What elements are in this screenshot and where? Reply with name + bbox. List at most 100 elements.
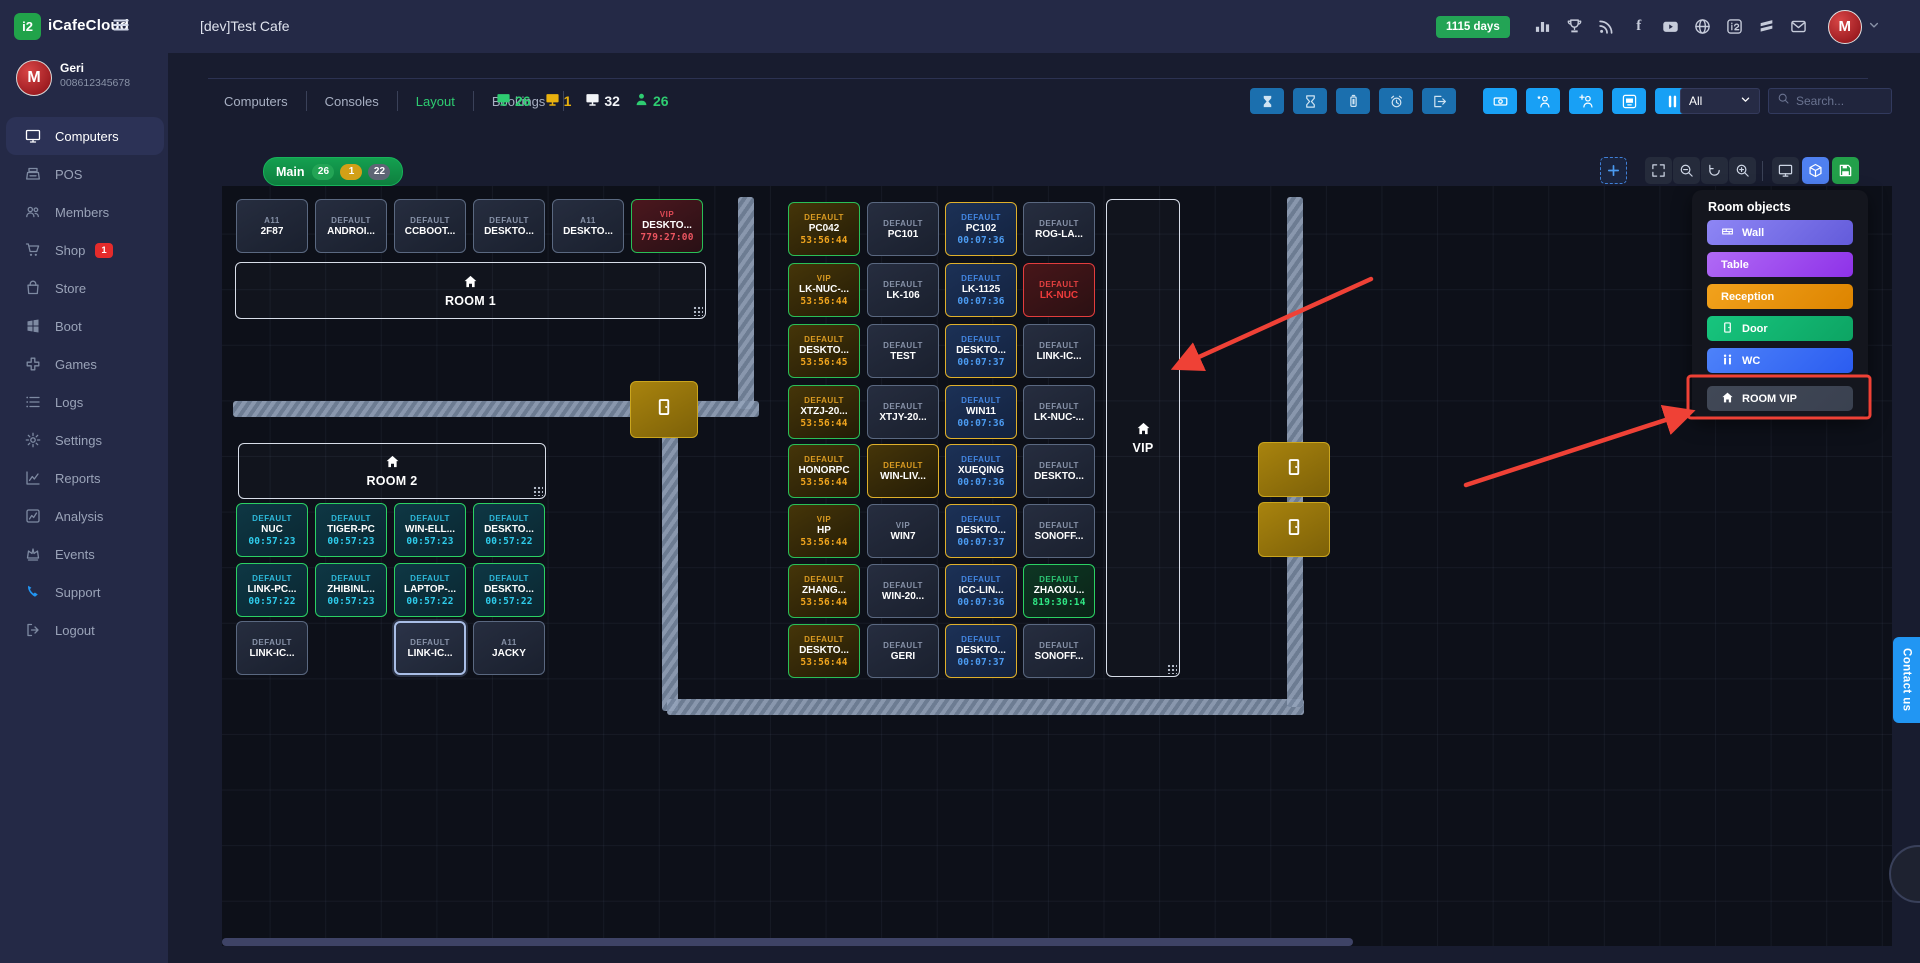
pc-tile[interactable]: DEFAULTZHIBINL...00:57:23 <box>315 563 387 617</box>
tab-consoles[interactable]: Consoles <box>307 94 397 109</box>
door-object[interactable] <box>630 381 698 438</box>
chat-bubble-button[interactable] <box>1889 845 1920 903</box>
avatar[interactable]: M <box>1828 10 1862 44</box>
pc-tile[interactable]: DEFAULTICC-LIN...00:07:36 <box>945 564 1017 618</box>
monitor-button[interactable] <box>1772 157 1799 184</box>
zoom-in-button[interactable] <box>1729 157 1756 184</box>
add-user-star-button[interactable] <box>1526 88 1560 114</box>
ranking-icon[interactable] <box>1534 18 1552 36</box>
sign-out-button[interactable] <box>1422 88 1456 114</box>
pc-tile[interactable]: DEFAULTLK-112500:07:36 <box>945 263 1017 317</box>
sidebar-item-support[interactable]: Support <box>0 573 168 611</box>
pc-tile[interactable]: DEFAULTWIN-LIV... <box>867 444 939 498</box>
room-object-wall[interactable]: Wall <box>1707 220 1853 245</box>
pc-tile[interactable]: DEFAULTZHAOXU...819:30:14 <box>1023 564 1095 618</box>
pc-tile[interactable]: DEFAULTSONOFF... <box>1023 624 1095 678</box>
subscription-days-badge[interactable]: 1115 days <box>1436 16 1510 38</box>
pc-tile[interactable]: DEFAULTWIN1100:07:36 <box>945 385 1017 439</box>
door-object[interactable] <box>1258 442 1330 497</box>
pc-tile[interactable]: DEFAULTLINK-IC... <box>1023 324 1095 378</box>
horizontal-scrollbar[interactable] <box>222 938 1353 946</box>
room-object-table[interactable]: Table <box>1707 252 1853 277</box>
contact-us-tab[interactable]: Contact us <box>1893 637 1920 723</box>
pc-tile[interactable]: DEFAULTANDROI... <box>315 199 387 253</box>
filter-select[interactable]: All <box>1680 88 1760 114</box>
pc-tile[interactable]: DEFAULTDESKTO...00:57:22 <box>473 503 545 557</box>
pc-tile[interactable]: DEFAULTLINK-IC... <box>394 621 466 675</box>
sidebar-item-shop[interactable]: Shop1 <box>0 231 168 269</box>
resize-handle[interactable] <box>1167 664 1177 674</box>
wall-segment[interactable] <box>738 197 754 409</box>
icafe-icon[interactable] <box>1726 18 1744 36</box>
pc-tile[interactable]: DEFAULTPC101 <box>867 202 939 256</box>
pc-tile[interactable]: A11JACKY <box>473 621 545 675</box>
resize-handle[interactable] <box>693 306 703 316</box>
pc-tile[interactable]: DEFAULTPC04253:56:44 <box>788 202 860 256</box>
pc-tile[interactable]: DEFAULTLK-106 <box>867 263 939 317</box>
room-object-reception[interactable]: Reception <box>1707 284 1853 309</box>
door-object[interactable] <box>1258 502 1330 557</box>
tab-layout[interactable]: Layout <box>398 94 473 109</box>
wall-segment[interactable] <box>667 699 1304 715</box>
alarm-clock-button[interactable] <box>1379 88 1413 114</box>
pc-tile[interactable]: DEFAULTDESKTO... <box>473 199 545 253</box>
pc-tile[interactable]: DEFAULTLINK-PC...00:57:22 <box>236 563 308 617</box>
save-button[interactable] <box>1832 157 1859 184</box>
pc-tile[interactable]: VIPLK-NUC-...53:56:44 <box>788 263 860 317</box>
pc-tile[interactable]: DEFAULTPC10200:07:36 <box>945 202 1017 256</box>
hourglass-empty-button[interactable] <box>1293 88 1327 114</box>
pc-tile[interactable]: DEFAULTZHANG...53:56:44 <box>788 564 860 618</box>
facebook-icon[interactable]: f <box>1630 18 1648 36</box>
pc-tile[interactable]: VIPWIN7 <box>867 504 939 558</box>
pc-tile[interactable]: DEFAULTWIN-ELL...00:57:23 <box>394 503 466 557</box>
room-object-door[interactable]: Door <box>1707 316 1853 341</box>
sidebar-item-analysis[interactable]: Analysis <box>0 497 168 535</box>
chevron-down-icon[interactable] <box>1868 18 1880 36</box>
cash-button[interactable] <box>1483 88 1517 114</box>
pc-tile[interactable]: DEFAULTNUC00:57:23 <box>236 503 308 557</box>
menu-toggle-icon[interactable] <box>112 16 130 39</box>
pc-tile[interactable]: DEFAULTGERI <box>867 624 939 678</box>
pc-tile[interactable]: DEFAULTXUEQING00:07:36 <box>945 444 1017 498</box>
brand-logo-icon[interactable]: i2 <box>14 13 41 40</box>
pc-tile[interactable]: DEFAULTLINK-IC... <box>236 621 308 675</box>
wall-segment[interactable] <box>662 409 678 711</box>
tab-computers[interactable]: Computers <box>224 94 306 109</box>
sidebar-item-boot[interactable]: Boot <box>0 307 168 345</box>
youtube-icon[interactable] <box>1662 18 1680 36</box>
zoom-out-button[interactable] <box>1673 157 1700 184</box>
pc-tile[interactable]: DEFAULTDESKTO...00:07:37 <box>945 324 1017 378</box>
cube-3d-button[interactable] <box>1802 157 1829 184</box>
pc-tile[interactable]: DEFAULTDESKTO...00:57:22 <box>473 563 545 617</box>
add-user-plus-button[interactable] <box>1569 88 1603 114</box>
room-vip[interactable]: VIP <box>1106 199 1180 677</box>
fullscreen-button[interactable] <box>1645 157 1672 184</box>
sidebar-item-logout[interactable]: Logout <box>0 611 168 649</box>
rss-icon[interactable] <box>1598 18 1616 36</box>
pc-tile[interactable]: DEFAULTDESKTO...53:56:44 <box>788 624 860 678</box>
pc-tile[interactable]: DEFAULTROG-LA... <box>1023 202 1095 256</box>
pc-tile[interactable]: DEFAULTSONOFF... <box>1023 504 1095 558</box>
search-input[interactable]: Search... <box>1768 88 1892 114</box>
room-room-1[interactable]: ROOM 1 <box>235 262 706 319</box>
pc-tile[interactable]: DEFAULTDESKTO...53:56:45 <box>788 324 860 378</box>
pc-tile[interactable]: VIPDESKTO...779:27:00 <box>631 199 703 253</box>
user-block[interactable]: M Geri 008612345678 <box>0 53 168 115</box>
pc-tile[interactable]: DEFAULTXTZJ-20...53:56:44 <box>788 385 860 439</box>
sidebar-item-computers[interactable]: Computers <box>6 117 164 155</box>
pc-tile[interactable]: DEFAULTTIGER-PC00:57:23 <box>315 503 387 557</box>
pc-tile[interactable]: DEFAULTLK-NUC <box>1023 263 1095 317</box>
pc-tile[interactable]: DEFAULTDESKTO...00:07:37 <box>945 624 1017 678</box>
reset-button[interactable] <box>1701 157 1728 184</box>
layout-board[interactable]: ROOM 1ROOM 2VIPA112F87DEFAULTANDROI...DE… <box>222 186 1892 946</box>
pc-tile[interactable]: DEFAULTDESKTO... <box>1023 444 1095 498</box>
pc-tile[interactable]: DEFAULTCCBOOT... <box>394 199 466 253</box>
add-button[interactable] <box>1600 157 1627 184</box>
screen-share-button[interactable] <box>1612 88 1646 114</box>
sidebar-item-games[interactable]: Games <box>0 345 168 383</box>
room-object-wc[interactable]: WC <box>1707 348 1853 373</box>
map-name-pill[interactable]: Main 26122 <box>263 157 403 186</box>
sidebar-item-logs[interactable]: Logs <box>0 383 168 421</box>
pc-tile[interactable]: VIPHP53:56:44 <box>788 504 860 558</box>
resize-handle[interactable] <box>533 486 543 496</box>
